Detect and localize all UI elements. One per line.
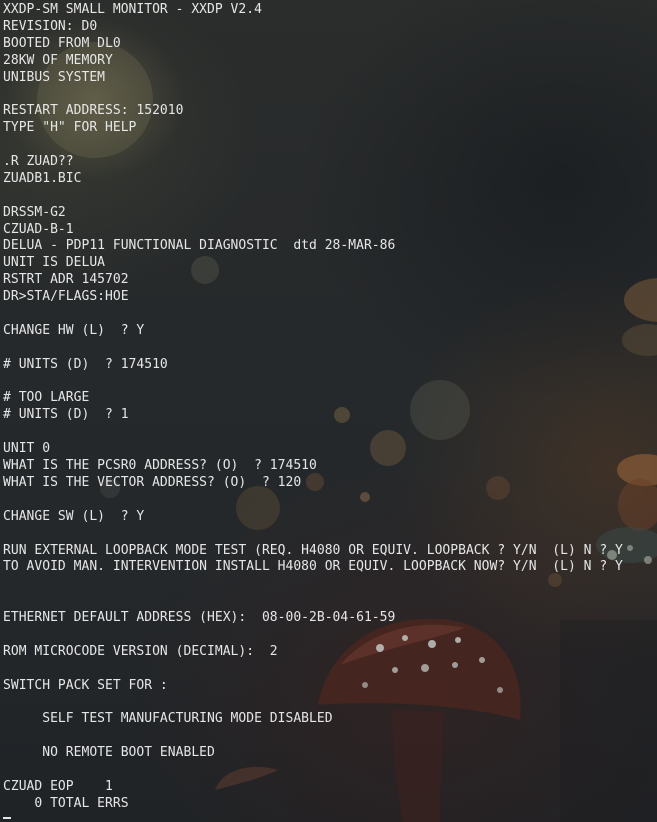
terminal-line: TO AVOID MAN. INTERVENTION INSTALL H4080… — [3, 559, 623, 575]
terminal-window[interactable]: XXDP-SM SMALL MONITOR - XXDP V2.4 REVISIO… — [0, 0, 657, 822]
terminal-line: RUN EXTERNAL LOOPBACK MODE TEST (REQ. H4… — [3, 542, 623, 558]
terminal-output: XXDP-SM SMALL MONITOR - XXDP V2.4 REVISIO… — [3, 2, 653, 813]
terminal-line: CZUAD EOP 1 — [3, 778, 113, 794]
terminal-line: DR>STA/FLAGS:HOE — [3, 289, 129, 305]
terminal-line: # UNITS (D) ? 174510 — [3, 356, 168, 372]
terminal-line: BOOTED FROM DL0 — [3, 35, 121, 51]
terminal-line: UNIT IS DELUA — [3, 255, 106, 271]
terminal-line: CHANGE HW (L) ? Y — [3, 322, 145, 338]
terminal-line: WHAT IS THE PCSR0 ADDRESS? (O) ? 174510 — [3, 458, 317, 474]
terminal-line: SELF TEST MANUFACTURING MODE DISABLED — [3, 711, 333, 727]
terminal-line: # TOO LARGE — [3, 390, 90, 406]
terminal-line: ZUADB1.BIC — [3, 170, 82, 186]
terminal-line: ROM MICROCODE VERSION (DECIMAL): 2 — [3, 643, 278, 659]
terminal-line: UNIT 0 — [3, 441, 51, 457]
terminal-line: # UNITS (D) ? 1 — [3, 407, 129, 423]
terminal-line: UNIBUS SYSTEM — [3, 69, 106, 85]
terminal-line: CHANGE SW (L) ? Y — [3, 508, 145, 524]
terminal-line: RSTRT ADR 145702 — [3, 272, 129, 288]
terminal-line: 0 TOTAL ERRS — [3, 795, 129, 811]
terminal-line: DELUA - PDP11 FUNCTIONAL DIAGNOSTIC dtd … — [3, 238, 396, 254]
text-cursor — [3, 817, 11, 819]
terminal-line: XXDP-SM SMALL MONITOR - XXDP V2.4 — [3, 2, 262, 17]
terminal-line: DRSSM-G2 — [3, 204, 66, 220]
terminal-line: WHAT IS THE VECTOR ADDRESS? (O) ? 120 — [3, 474, 302, 490]
terminal-line: 28KW OF MEMORY — [3, 52, 113, 68]
terminal-line: NO REMOTE BOOT ENABLED — [3, 745, 215, 761]
terminal-line: TYPE "H" FOR HELP — [3, 120, 137, 136]
terminal-line: REVISION: D0 — [3, 18, 98, 34]
terminal-line: CZUAD-B-1 — [3, 221, 74, 237]
terminal-line: .R ZUAD?? — [3, 154, 74, 170]
terminal-line: ETHERNET DEFAULT ADDRESS (HEX): 08-00-2B… — [3, 610, 396, 626]
terminal-line: SWITCH PACK SET FOR : — [3, 677, 168, 693]
terminal-line: RESTART ADDRESS: 152010 — [3, 103, 184, 119]
